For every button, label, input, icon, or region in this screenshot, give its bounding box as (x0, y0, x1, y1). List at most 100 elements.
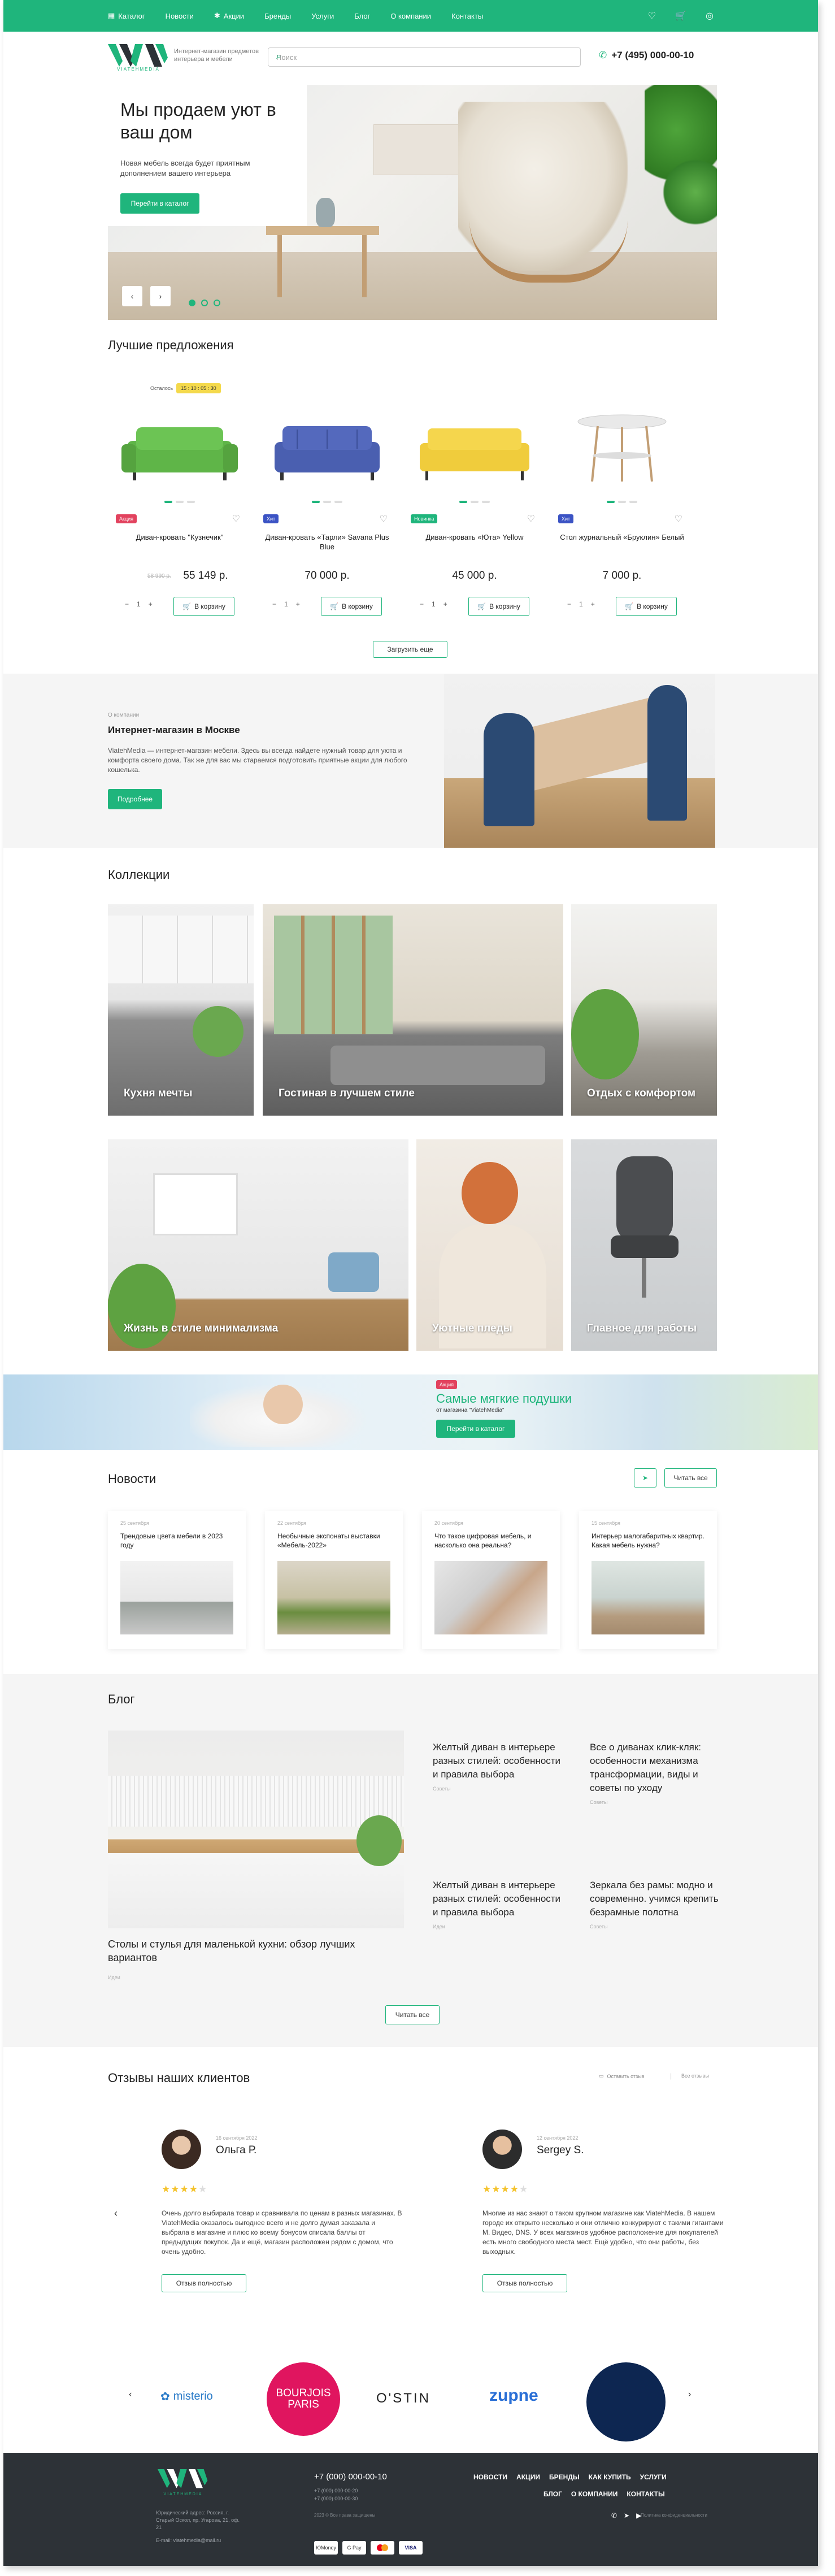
plus-icon[interactable]: + (296, 600, 300, 608)
plus-icon[interactable]: + (149, 600, 153, 608)
product-name[interactable]: Диван-кровать "Кузнечик" (116, 532, 243, 542)
quantity-stepper[interactable]: −1 + (567, 600, 595, 608)
footer-link-services[interactable]: Услуги (640, 2473, 667, 2481)
news-card[interactable]: 15 сентября Интерьер малогабаритных квар… (579, 1511, 717, 1649)
brand-bourjois[interactable]: BOURJOIS PARIS (267, 2362, 340, 2436)
product-name[interactable]: Стол журнальный «Бруклин» Белый (558, 532, 686, 542)
blog-post[interactable]: Все о диванах клик-кляк: особенности мех… (590, 1741, 720, 1805)
plus-icon[interactable]: + (591, 600, 595, 608)
footer-link-sales[interactable]: Акции (516, 2473, 540, 2481)
product-card[interactable]: Хит ♡ Стол журнальный «Бруклин» Белый 7 … (550, 396, 694, 633)
product-card[interactable]: Хит ♡ Диван-кровать «Тарли» Savana Plus … (255, 396, 399, 633)
footer-link-news[interactable]: Новости (473, 2473, 507, 2481)
hero-prev-button[interactable]: ‹ (122, 286, 142, 306)
blog-post[interactable]: Желтый диван в интерьере разных стилей: … (433, 1879, 563, 1929)
cart-icon[interactable]: 🛒 (675, 10, 686, 21)
read-review-button[interactable]: Отзыв полностью (162, 2274, 246, 2292)
blog-main-title[interactable]: Столы и стулья для маленькой кухни: обзо… (108, 1937, 402, 1964)
footer-link-about[interactable]: О компании (571, 2490, 618, 2498)
footer-logo-icon[interactable] (156, 2466, 210, 2495)
nav-contacts[interactable]: Контакты (451, 12, 483, 20)
hero-next-button[interactable]: › (150, 286, 171, 306)
about-more-button[interactable]: Подробнее (108, 789, 162, 809)
footer-email[interactable]: E-mail: viatehmedia@mail.ru (156, 2538, 221, 2543)
product-name[interactable]: Диван-кровать «Тарли» Savana Plus Blue (263, 532, 391, 552)
collection-plaids[interactable]: Уютные пледы (416, 1139, 563, 1351)
promo-banner[interactable]: Акция Самые мягкие подушки от магазина "… (3, 1374, 818, 1450)
add-to-cart-button[interactable]: 🛒 В корзину (321, 597, 382, 616)
reviews-prev-icon[interactable]: ‹ (114, 2208, 118, 2219)
brands-prev-icon[interactable]: ‹ (129, 2389, 132, 2400)
quantity-stepper[interactable]: −1 + (272, 600, 300, 608)
brand-navy-logo[interactable] (586, 2362, 666, 2441)
minus-icon[interactable]: − (272, 600, 276, 608)
add-to-cart-button[interactable]: 🛒 В корзину (468, 597, 529, 616)
slide-dot[interactable] (214, 300, 220, 306)
news-read-all-button[interactable]: Читать все (664, 1468, 717, 1488)
footer-phone-3[interactable]: +7 (000) 000-00-30 (314, 2496, 358, 2501)
nav-sales[interactable]: ✱ Акции (214, 11, 244, 20)
brand-zupne[interactable]: zupne (489, 2386, 538, 2405)
product-card[interactable]: Новинка ♡ Диван-кровать «Юта» Yellow 45 … (403, 396, 546, 633)
product-card[interactable]: Акция ♡ Диван-кровать "Кузнечик" 58 990 … (108, 396, 251, 633)
collection-kitchen[interactable]: Кухня мечты (108, 904, 254, 1116)
collection-living[interactable]: Гостиная в лучшем стиле (263, 904, 563, 1116)
collection-minimalism[interactable]: Жизнь в стиле минимализма (108, 1139, 408, 1351)
search-input[interactable]: Поиск ⌕ (268, 47, 581, 67)
percent-icon: ✱ (214, 11, 220, 20)
collection-bedroom[interactable]: Отдых с комфортом (571, 904, 717, 1116)
quantity-stepper[interactable]: −1 + (420, 600, 447, 608)
plus-icon[interactable]: + (443, 600, 447, 608)
nav-about[interactable]: О компании (390, 12, 431, 20)
footer-link-contacts[interactable]: Контакты (627, 2490, 664, 2498)
product-name[interactable]: Диван-кровать «Юта» Yellow (411, 532, 538, 542)
load-more-button[interactable]: Загрузить еще (373, 641, 447, 658)
news-card[interactable]: 20 сентября Что такое цифровая мебель, и… (422, 1511, 560, 1649)
heart-icon[interactable]: ♡ (232, 513, 240, 524)
minus-icon[interactable]: − (567, 600, 571, 608)
minus-icon[interactable]: − (420, 600, 424, 608)
footer-phone[interactable]: +7 (000) 000-00-10 (314, 2472, 387, 2482)
news-card[interactable]: 22 сентября Необычные экспонаты выставки… (265, 1511, 403, 1649)
header-phone[interactable]: ✆ +7 (495) 000-00-10 (599, 50, 694, 61)
minus-icon[interactable]: − (125, 600, 129, 608)
blog-main-image[interactable] (108, 1731, 404, 1928)
blog-post[interactable]: Зеркала без рамы: модно и современно. уч… (590, 1879, 720, 1929)
promo-catalog-button[interactable]: Перейти в каталог (436, 1420, 515, 1438)
slide-dot[interactable] (189, 300, 195, 306)
logo[interactable]: VIATEHMEDIA (108, 41, 169, 75)
heart-icon[interactable]: ♡ (648, 10, 656, 21)
news-card[interactable]: 25 сентября Трендовые цвета мебели в 202… (108, 1511, 246, 1649)
telegram-button[interactable]: ➤ (634, 1468, 656, 1488)
blog-read-all-button[interactable]: Читать все (385, 2005, 440, 2024)
heart-icon[interactable]: ♡ (675, 513, 682, 524)
nav-brands[interactable]: Бренды (264, 12, 291, 20)
quantity-stepper[interactable]: −1 + (125, 600, 153, 608)
search-icon[interactable]: ⌕ (276, 51, 575, 62)
nav-services[interactable]: Услуги (311, 12, 334, 20)
brand-ostin[interactable]: O'STIN (376, 2391, 430, 2406)
brands-next-icon[interactable]: › (688, 2389, 691, 2400)
heart-icon[interactable]: ♡ (380, 513, 388, 524)
add-to-cart-button[interactable]: 🛒 В корзину (616, 597, 677, 616)
blog-post[interactable]: Желтый диван в интерьере разных стилей: … (433, 1741, 563, 1792)
hero-catalog-button[interactable]: Перейти в каталог (120, 193, 199, 214)
leave-review-link[interactable]: ▭ Оставить отзыв (599, 2073, 644, 2079)
user-icon[interactable]: ◎ (706, 10, 714, 21)
catalog-menu[interactable]: ▦ Каталог (108, 11, 145, 20)
quantity-value: 1 (137, 600, 141, 608)
heart-icon[interactable]: ♡ (527, 513, 535, 524)
slide-dot[interactable] (201, 300, 208, 306)
footer-link-how-to-buy[interactable]: Как купить (589, 2473, 631, 2481)
all-reviews-link[interactable]: Все отзывы (681, 2073, 709, 2079)
privacy-policy-link[interactable]: Политика конфиденциальности (611, 2513, 707, 2518)
nav-blog[interactable]: Блог (354, 12, 370, 20)
read-review-button[interactable]: Отзыв полностью (482, 2274, 567, 2292)
footer-phone-2[interactable]: +7 (000) 000-00-20 (314, 2488, 358, 2493)
footer-link-blog[interactable]: Блог (543, 2490, 562, 2498)
nav-news[interactable]: Новости (166, 12, 194, 20)
brand-misterio[interactable]: ✿ misterio (160, 2389, 213, 2404)
footer-link-brands[interactable]: Бренды (549, 2473, 580, 2481)
add-to-cart-button[interactable]: 🛒 В корзину (173, 597, 234, 616)
collection-work[interactable]: Главное для работы (571, 1139, 717, 1351)
